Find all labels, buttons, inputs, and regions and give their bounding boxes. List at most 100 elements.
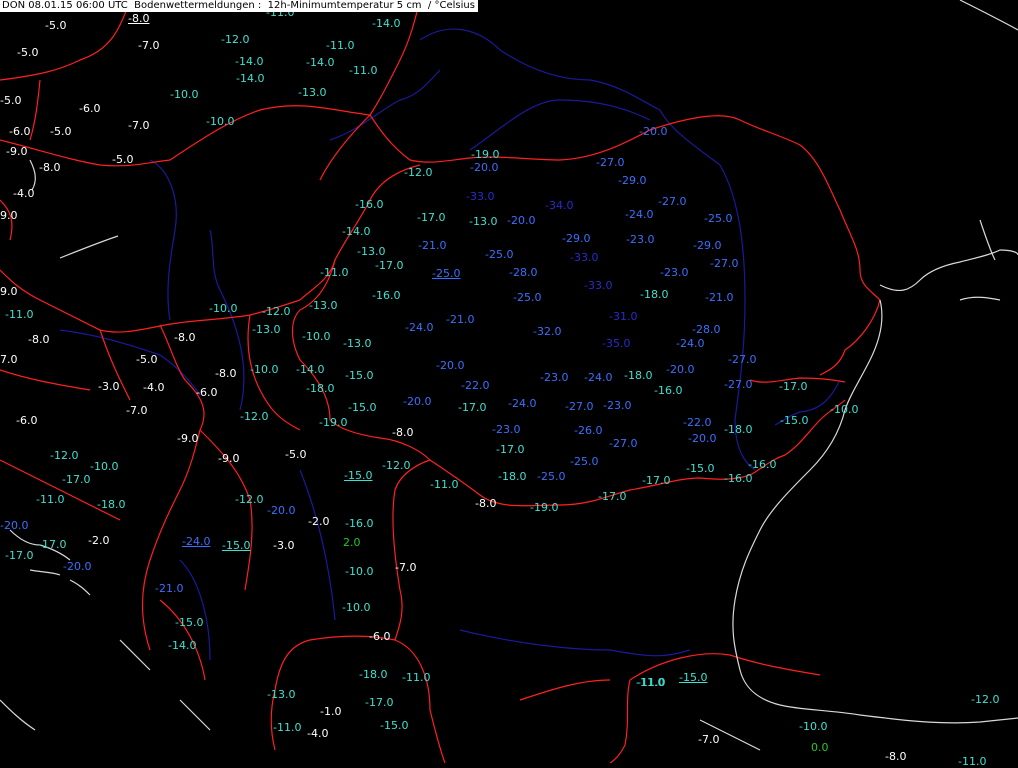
- temperature-label: -15.0: [344, 469, 373, 482]
- temperature-label: -29.0: [562, 232, 591, 245]
- temperature-label: -10.0: [345, 565, 374, 578]
- temperature-label: -25.0: [485, 248, 514, 261]
- temperature-label: -16.0: [724, 472, 753, 485]
- temperature-label: -6.0: [196, 386, 218, 399]
- temperature-label: -19.0: [530, 501, 559, 514]
- temperature-label: -11.0: [349, 64, 378, 77]
- temperature-label: -6.0: [369, 630, 391, 643]
- temperature-label: -12.0: [235, 493, 264, 506]
- temperature-label: -1.0: [320, 705, 342, 718]
- temperature-label: -8.0: [28, 333, 50, 346]
- temperature-label: -31.0: [609, 310, 638, 323]
- temperature-label: -5.0: [112, 153, 134, 166]
- temperature-label: -24.0: [625, 208, 654, 221]
- temperature-label: -6.0: [9, 125, 31, 138]
- temperature-label: -13.0: [267, 688, 296, 701]
- temperature-label: -24.0: [405, 321, 434, 334]
- temperature-label: -27.0: [596, 156, 625, 169]
- temperature-label: -5.0: [50, 125, 72, 138]
- temperature-label: -11.0: [326, 39, 355, 52]
- temperature-label: -18.0: [306, 382, 335, 395]
- temperature-label: -20.0: [436, 359, 465, 372]
- temperature-label: -16.0: [372, 289, 401, 302]
- temperature-label: -11.0: [958, 755, 987, 768]
- temperature-label: -17.0: [496, 443, 525, 456]
- temperature-label: -12.0: [382, 459, 411, 472]
- temperature-label: -29.0: [618, 174, 647, 187]
- temperature-label: -17.0: [598, 490, 627, 503]
- temperature-label: -27.0: [710, 257, 739, 270]
- temperature-label: -10.0: [830, 403, 859, 416]
- temperature-label: -12.0: [971, 693, 1000, 706]
- temperature-label: -23.0: [540, 371, 569, 384]
- temperature-label: -25.0: [537, 470, 566, 483]
- temperature-label: -6.0: [79, 102, 101, 115]
- temperature-label: -10.0: [302, 330, 331, 343]
- temperature-label: -7.0: [698, 733, 720, 746]
- temperature-label: -11.0: [430, 478, 459, 491]
- temperature-label: -20.0: [507, 214, 536, 227]
- temperature-label: -15.0: [780, 414, 809, 427]
- temperature-label: -14.0: [342, 225, 371, 238]
- temperature-label: -17.0: [642, 474, 671, 487]
- temperature-label: -11.0: [320, 266, 349, 279]
- temperature-label: -27.0: [728, 353, 757, 366]
- temperature-label: -9.0: [6, 145, 28, 158]
- temperature-label: -17.0: [38, 538, 67, 551]
- temperature-label: -20.0: [63, 560, 92, 573]
- temperature-label: -18.0: [97, 498, 126, 511]
- temperature-label: -14.0: [236, 72, 265, 85]
- temperature-label: -20.0: [666, 363, 695, 376]
- temperature-label: -6.0: [16, 414, 38, 427]
- temperature-label: -26.0: [574, 424, 603, 437]
- temperature-label: -10.0: [250, 363, 279, 376]
- temperature-label: -25.0: [704, 212, 733, 225]
- temperature-label: -20.0: [470, 161, 499, 174]
- temperature-label: -10.0: [799, 720, 828, 733]
- temperature-label: -7.0: [128, 119, 150, 132]
- temperature-label: 2.0: [343, 536, 361, 549]
- temperature-label: -28.0: [509, 266, 538, 279]
- temperature-label: -20.0: [267, 504, 296, 517]
- temperature-label: -10.0: [342, 601, 371, 614]
- temperature-label: -18.0: [359, 668, 388, 681]
- temperature-label: -4.0: [143, 381, 165, 394]
- temperature-label: -11.0: [636, 676, 665, 689]
- temperature-label: -4.0: [13, 187, 35, 200]
- temperature-label: -20.0: [0, 519, 29, 532]
- temperature-label: -23.0: [603, 399, 632, 412]
- temperature-label: -8.0: [885, 750, 907, 763]
- temperature-label: -17.0: [458, 401, 487, 414]
- temperature-label: -17.0: [62, 473, 91, 486]
- temperature-label: -27.0: [609, 437, 638, 450]
- temperature-label: -23.0: [660, 266, 689, 279]
- temperature-label: -33.0: [584, 279, 613, 292]
- temperature-label: 9.0: [0, 285, 18, 298]
- temperature-label: -5.0: [136, 353, 158, 366]
- temperature-label: -16.0: [345, 517, 374, 530]
- temperature-label: -33.0: [570, 251, 599, 264]
- temperature-label: -21.0: [705, 291, 734, 304]
- station-code: DON: [2, 0, 26, 11]
- temperature-label: -35.0: [602, 337, 631, 350]
- temperature-label: -8.0: [128, 12, 150, 25]
- temperature-label: -29.0: [693, 239, 722, 252]
- temperature-label: -8.0: [39, 161, 61, 174]
- temperature-label: -23.0: [626, 233, 655, 246]
- temperature-label: -5.0: [0, 94, 22, 107]
- temperature-label: -17.0: [365, 696, 394, 709]
- temperature-label: -20.0: [403, 395, 432, 408]
- river-lines: [59, 28, 841, 661]
- temperature-label: -18.0: [498, 470, 527, 483]
- temperature-label: -18.0: [640, 288, 669, 301]
- temperature-label: -15.0: [380, 719, 409, 732]
- temperature-label: -15.0: [686, 462, 715, 475]
- temperature-label: -13.0: [298, 86, 327, 99]
- temperature-label: -17.0: [779, 380, 808, 393]
- temperature-label: -8.0: [174, 331, 196, 344]
- temperature-label: -21.0: [446, 313, 475, 326]
- temperature-label: -28.0: [692, 323, 721, 336]
- temperature-label: -17.0: [417, 211, 446, 224]
- temperature-label: -21.0: [155, 582, 184, 595]
- temperature-label: -17.0: [375, 259, 404, 272]
